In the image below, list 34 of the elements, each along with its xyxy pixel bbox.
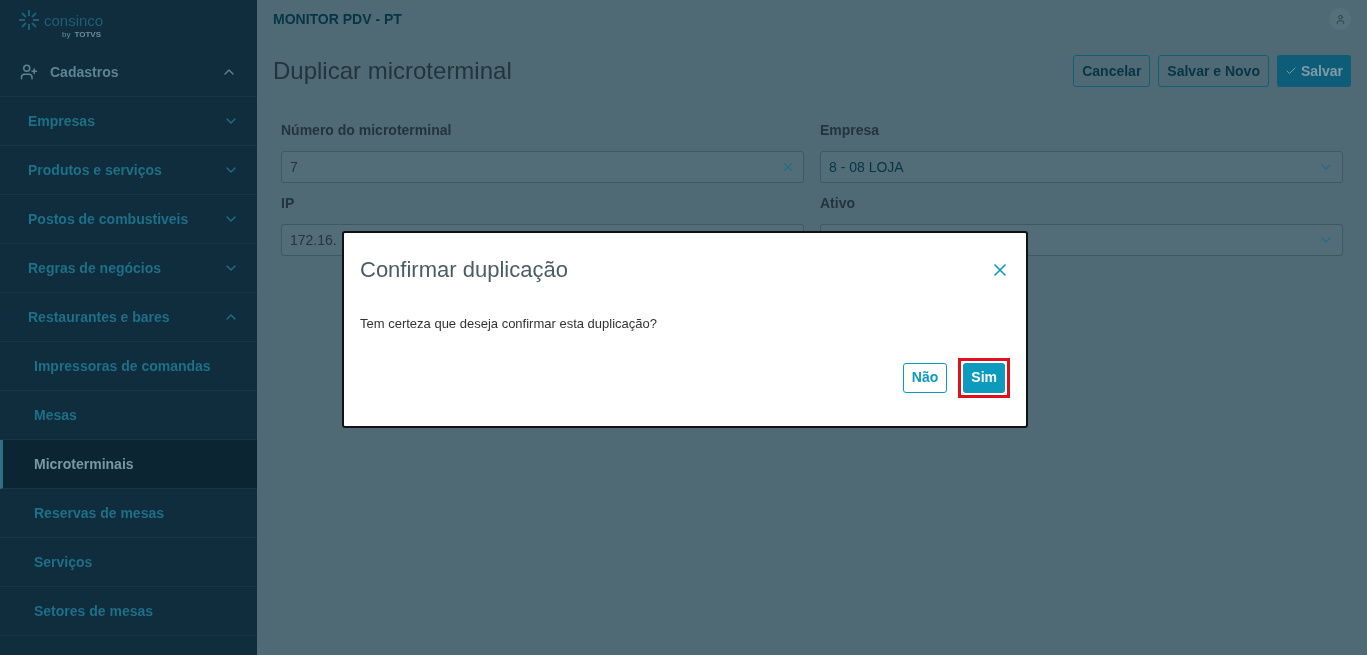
submenu-item[interactable]: Impressoras de comandas <box>0 342 257 391</box>
logo-text: consinco <box>44 12 104 28</box>
submenu-item[interactable]: Reservas de mesas <box>0 489 257 538</box>
submenu-item[interactable]: Setores de mesas <box>0 587 257 636</box>
logo-by-text: by <box>62 31 71 39</box>
menu-item[interactable]: Restaurantes e bares <box>0 293 257 342</box>
menu-item[interactable]: Produtos e serviços <box>0 146 257 195</box>
app-title: MONITOR PDV - PT <box>273 9 402 29</box>
logo-icon <box>18 9 40 31</box>
input-field[interactable]: 7 <box>281 151 804 183</box>
user-icon <box>1334 13 1346 25</box>
submenu-item[interactable]: Microterminais <box>0 440 257 489</box>
dialog-button[interactable]: Sim <box>963 362 1005 393</box>
menu-section[interactable]: Cadastros <box>0 48 257 97</box>
logo-partner-text: TOTVS <box>74 31 101 39</box>
dialog-title: Confirmar duplicação <box>360 256 568 284</box>
field-label: IP <box>281 194 296 213</box>
menu-item[interactable]: Empresas <box>0 97 257 146</box>
menu-item[interactable]: Postos de combustiveis <box>0 195 257 244</box>
field-label: Número do microterminal <box>281 121 453 140</box>
action-button[interactable]: Cancelar <box>1073 55 1151 87</box>
submenu-item[interactable]: Serviços <box>0 538 257 587</box>
user-avatar[interactable] <box>1329 8 1351 30</box>
check-icon <box>1284 65 1297 77</box>
dialog-message: Tem certeza que deseja confirmar esta duplicação? <box>360 315 658 333</box>
menu-item[interactable]: Regras de negócios <box>0 244 257 293</box>
action-button[interactable]: Salvar <box>1276 55 1351 87</box>
dialog-button[interactable]: Não <box>902 362 948 393</box>
user-add-icon <box>20 63 38 81</box>
select-field[interactable]: 8 - 08 LOJA <box>820 151 1343 183</box>
field-label: Empresa <box>820 121 881 140</box>
action-button[interactable]: Salvar e Novo <box>1158 55 1269 87</box>
page-title: Duplicar microterminal <box>273 56 512 86</box>
field-label: Ativo <box>820 194 856 213</box>
